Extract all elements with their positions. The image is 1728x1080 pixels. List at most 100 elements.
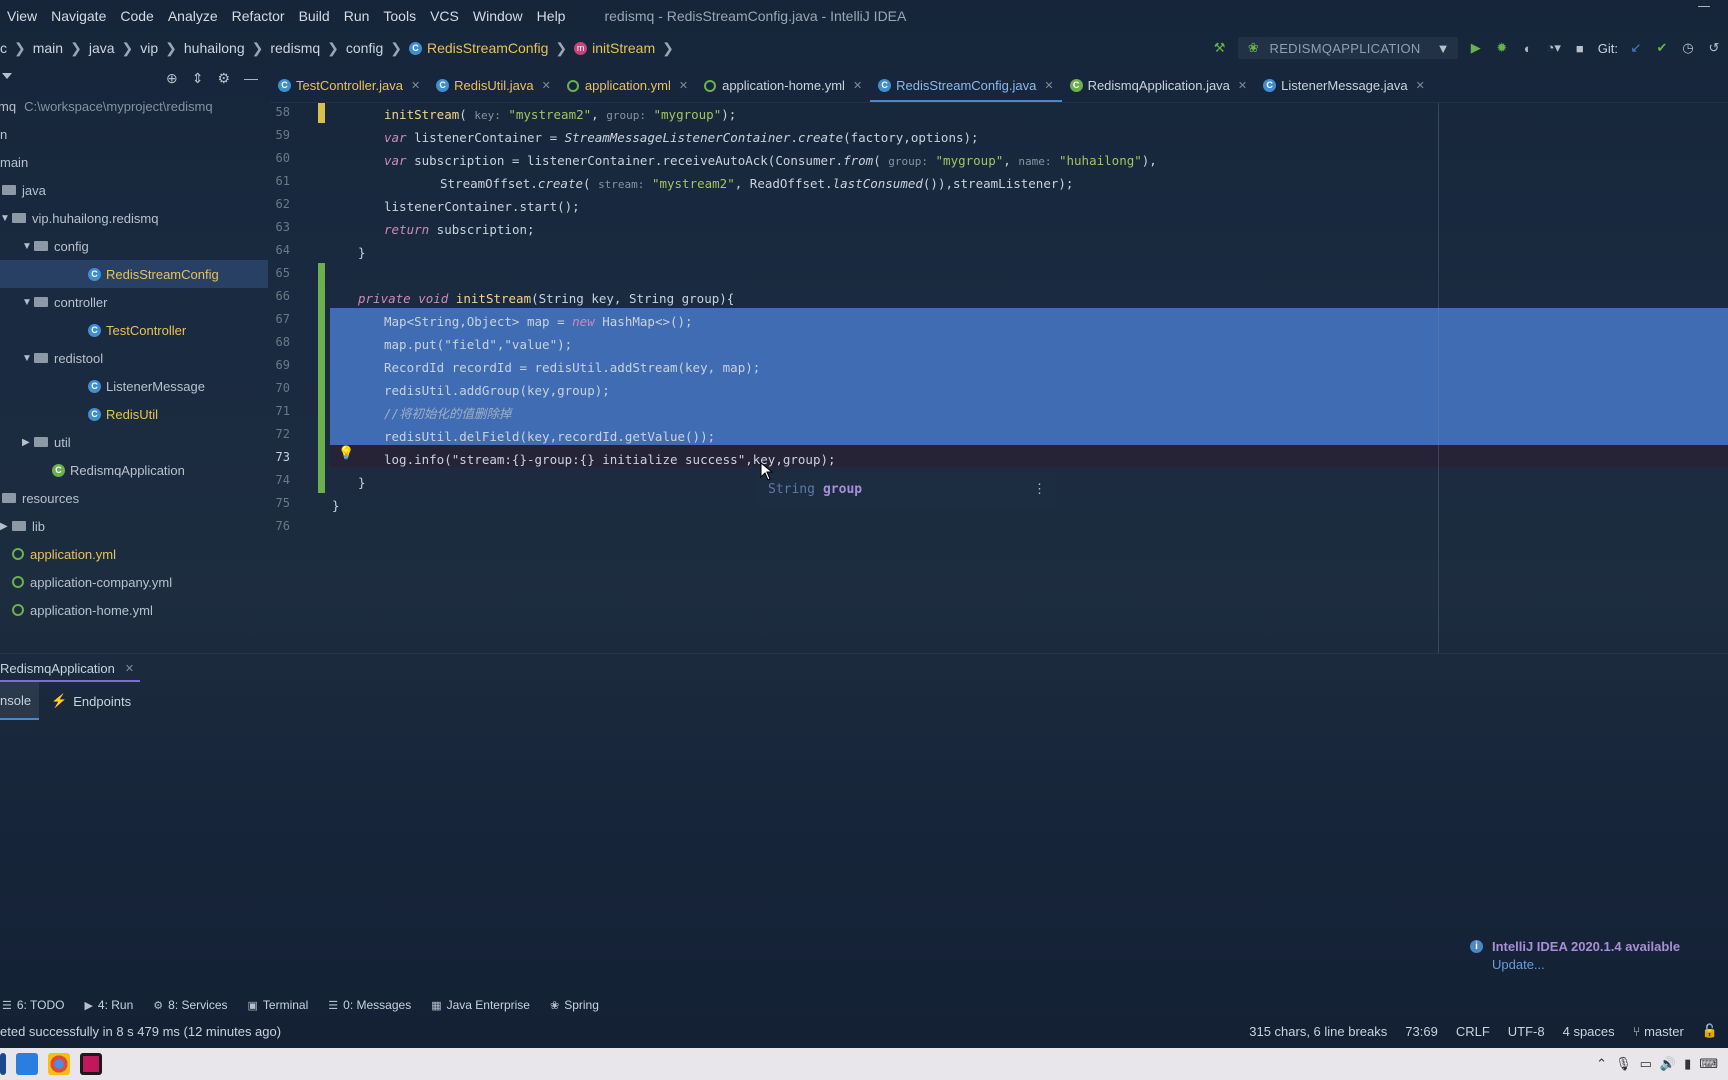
- chevron-up-icon[interactable]: ⌃: [1596, 1056, 1607, 1072]
- breadcrumb-item[interactable]: java: [89, 40, 115, 56]
- editor-tab[interactable]: C RedisStreamConfig.java ✕: [870, 69, 1062, 102]
- more-icon[interactable]: ⋮: [1033, 482, 1046, 497]
- gear-icon[interactable]: ⚙: [217, 70, 230, 87]
- tab-console[interactable]: nsole: [0, 682, 40, 720]
- breadcrumb-item[interactable]: huhailong: [184, 40, 245, 56]
- taskbar-app-icon[interactable]: [16, 1053, 38, 1075]
- code-line[interactable]: StreamOffset.create( stream: "mystream2"…: [440, 172, 1073, 195]
- breadcrumb-item[interactable]: RedisStreamConfig: [427, 40, 548, 56]
- menu-analyze[interactable]: Analyze: [161, 8, 225, 24]
- dropdown-arrow-icon[interactable]: [2, 73, 12, 79]
- tree-item[interactable]: application-company.yml: [0, 568, 268, 596]
- code-line[interactable]: initStream( key: "mystream2", group: "my…: [384, 103, 736, 126]
- close-icon[interactable]: ✕: [411, 79, 420, 92]
- code-line[interactable]: var listenerContainer = StreamMessageLis…: [384, 126, 979, 149]
- chrome-icon[interactable]: [48, 1053, 70, 1075]
- locate-icon[interactable]: ⊕: [166, 70, 178, 87]
- volume-icon[interactable]: 🔊: [1660, 1056, 1676, 1072]
- code-line[interactable]: Map<String,Object> map = new HashMap<>()…: [384, 310, 693, 333]
- tree-root[interactable]: mq C:\workspace\myproject\redismq: [0, 92, 268, 120]
- tree-item[interactable]: C RedisUtil: [0, 400, 268, 428]
- tree-item[interactable]: n: [0, 120, 268, 148]
- minimize-icon[interactable]: [1698, 6, 1710, 7]
- code-line[interactable]: redisUtil.addGroup(key,group);: [384, 379, 610, 402]
- lightbulb-icon[interactable]: 💡: [338, 445, 354, 461]
- tree-item[interactable]: ▶ util: [0, 428, 268, 456]
- tree-item[interactable]: C ListenerMessage: [0, 372, 268, 400]
- chevron-right-icon[interactable]: ▶: [0, 521, 12, 532]
- chevron-down-icon[interactable]: ▼: [0, 213, 12, 224]
- menu-navigate[interactable]: Navigate: [44, 8, 113, 24]
- editor-tab[interactable]: C ListenerMessage.java ✕: [1255, 69, 1433, 102]
- run-icon[interactable]: ▶: [1468, 40, 1484, 56]
- breadcrumb-item[interactable]: c: [0, 40, 7, 56]
- debug-icon[interactable]: ✹: [1494, 40, 1510, 56]
- code-line[interactable]: }: [332, 494, 340, 517]
- code-line[interactable]: redisUtil.delField(key,recordId.getValue…: [384, 425, 715, 448]
- run-tab[interactable]: RedismqApplication ✕: [0, 654, 141, 682]
- history-icon[interactable]: ◷: [1680, 40, 1696, 56]
- line-separator[interactable]: CRLF: [1456, 1024, 1490, 1039]
- tool-window-button[interactable]: ⚙ 8: Services: [153, 998, 227, 1012]
- menu-window[interactable]: Window: [466, 8, 530, 24]
- menu-tools[interactable]: Tools: [376, 8, 423, 24]
- tool-window-button[interactable]: ▦ Java Enterprise: [431, 998, 530, 1012]
- close-icon[interactable]: ✕: [125, 662, 134, 675]
- tree-item[interactable]: C RedisStreamConfig: [0, 260, 268, 288]
- coverage-icon[interactable]: ◐: [1520, 40, 1536, 56]
- editor-tab[interactable]: application-home.yml ✕: [696, 69, 870, 102]
- close-icon[interactable]: ✕: [542, 79, 551, 92]
- menu-run[interactable]: Run: [337, 8, 377, 24]
- editor-tab[interactable]: C TestController.java ✕: [270, 69, 428, 102]
- git-commit-icon[interactable]: ✔: [1654, 40, 1670, 56]
- menu-help[interactable]: Help: [530, 8, 573, 24]
- chevron-right-icon[interactable]: ▶: [22, 437, 34, 448]
- intellij-icon[interactable]: [80, 1053, 102, 1075]
- breadcrumb-item[interactable]: initStream: [592, 40, 655, 56]
- tree-item[interactable]: ▶ lib: [0, 512, 268, 540]
- code-line[interactable]: //将初始化的值删除掉: [384, 402, 512, 425]
- code-editor[interactable]: 58 59 60 61 62 63 64 65 66 67 68 69 70 71 72 73 74 75 76 i…: [270, 103, 1728, 653]
- tool-window-button[interactable]: ☰ 0: Messages: [328, 998, 411, 1012]
- code-line[interactable]: }: [358, 241, 366, 264]
- close-icon[interactable]: ✕: [679, 79, 688, 92]
- tree-item[interactable]: java: [0, 176, 268, 204]
- menu-view[interactable]: View: [0, 8, 44, 24]
- code-line[interactable]: private void initStream(String key, Stri…: [358, 287, 734, 310]
- keyboard-icon[interactable]: ⌨: [1699, 1056, 1718, 1072]
- file-encoding[interactable]: UTF-8: [1508, 1024, 1545, 1039]
- tree-item[interactable]: ▼ controller: [0, 288, 268, 316]
- close-icon[interactable]: ✕: [1416, 79, 1425, 92]
- close-icon[interactable]: ✕: [1044, 79, 1053, 92]
- update-link[interactable]: Update...: [1492, 957, 1545, 972]
- stop-icon[interactable]: ■: [1572, 40, 1588, 56]
- breadcrumb-item[interactable]: vip: [140, 40, 158, 56]
- code-line[interactable]: RecordId recordId = redisUtil.addStream(…: [384, 356, 760, 379]
- code-line[interactable]: return subscription;: [384, 218, 535, 241]
- tree-item[interactable]: ▼ redistool: [0, 344, 268, 372]
- menu-refactor[interactable]: Refactor: [225, 8, 292, 24]
- editor-tab[interactable]: C RedisUtil.java ✕: [428, 69, 559, 102]
- close-icon[interactable]: ✕: [1238, 79, 1247, 92]
- menu-build[interactable]: Build: [292, 8, 337, 24]
- editor-tab[interactable]: C RedismqApplication.java ✕: [1062, 69, 1256, 102]
- git-branch[interactable]: ⑂ master: [1633, 1024, 1684, 1039]
- tree-item[interactable]: ▼ vip.huhailong.redismq: [0, 204, 268, 232]
- taskbar-app-icon[interactable]: [0, 1053, 6, 1075]
- tree-item[interactable]: application.yml: [0, 540, 268, 568]
- build-hammer-icon[interactable]: ⚒: [1212, 40, 1228, 56]
- tree-item[interactable]: main: [0, 148, 268, 176]
- tree-item[interactable]: resources: [0, 484, 268, 512]
- hide-icon[interactable]: —: [244, 70, 258, 86]
- indent-setting[interactable]: 4 spaces: [1563, 1024, 1615, 1039]
- tab-endpoints[interactable]: ⚡ Endpoints: [39, 682, 141, 720]
- code-line[interactable]: map.put("field","value");: [384, 333, 572, 356]
- menu-vcs[interactable]: VCS: [423, 8, 466, 24]
- menu-code[interactable]: Code: [113, 8, 160, 24]
- tool-window-button[interactable]: ☰ 6: TODO: [2, 998, 64, 1012]
- microphone-icon[interactable]: 🎙: [1615, 1056, 1632, 1072]
- chevron-down-icon[interactable]: ▼: [22, 241, 34, 252]
- tool-window-button[interactable]: ▣ Terminal: [248, 998, 309, 1012]
- tree-item[interactable]: ▼ config: [0, 232, 268, 260]
- close-icon[interactable]: ✕: [853, 79, 862, 92]
